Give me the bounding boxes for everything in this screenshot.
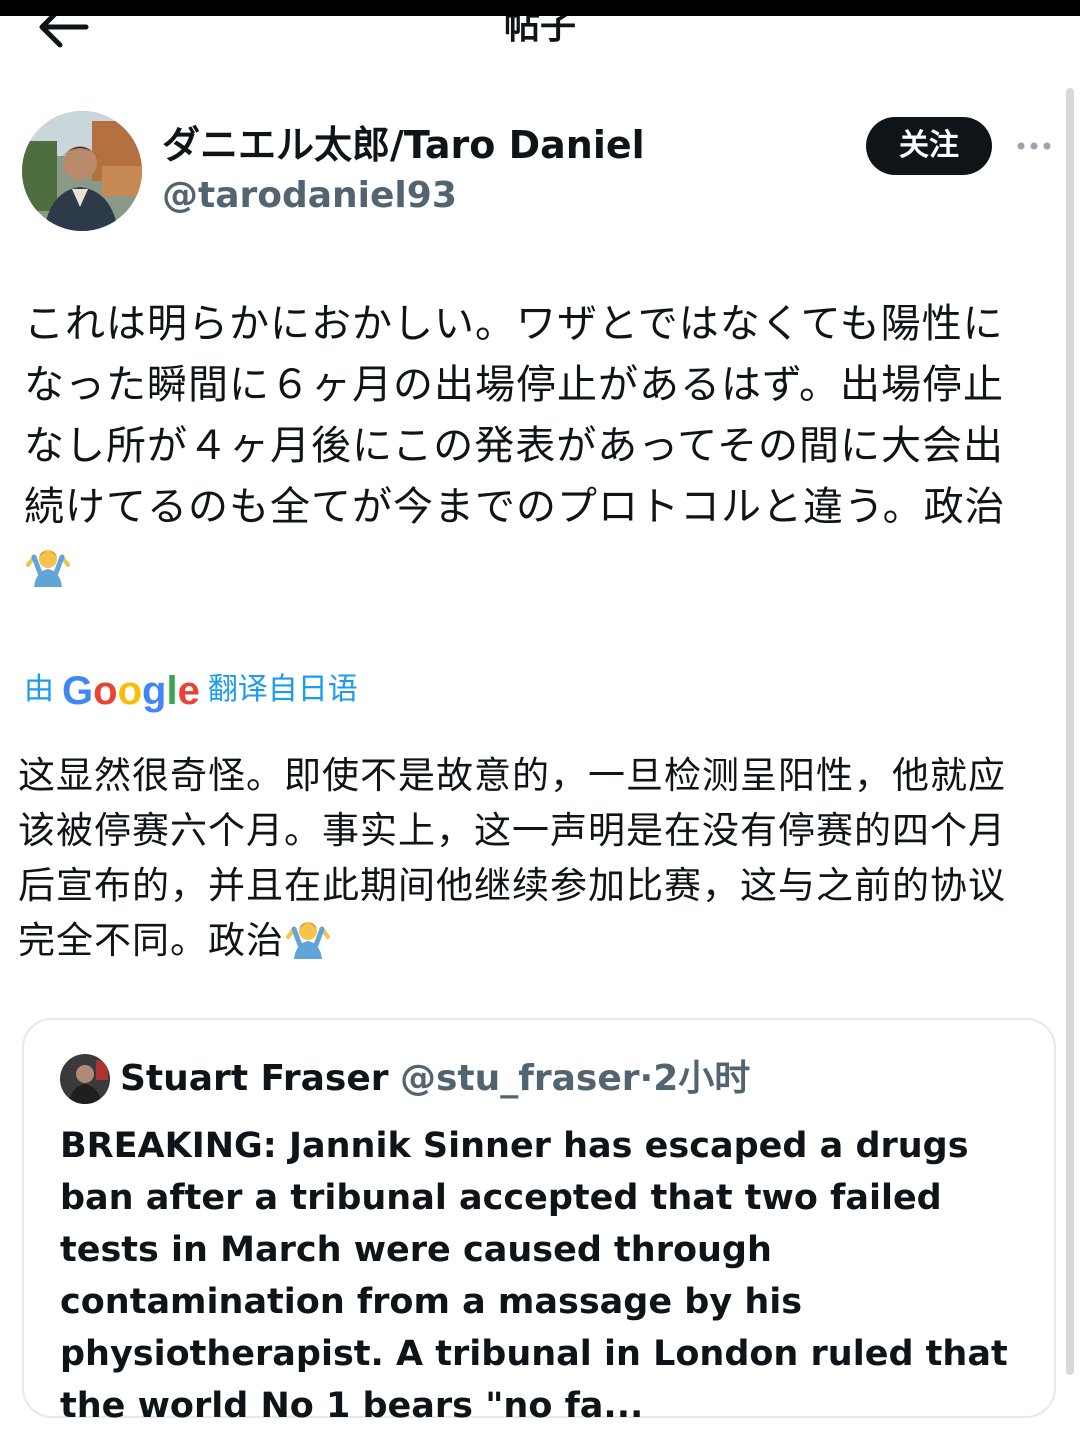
quoted-tweet-card[interactable]: Stuart Fraser @stu_fraser·2小时 BREAKING: …	[22, 1018, 1056, 1426]
author-handle[interactable]: @tarodaniel93	[162, 174, 457, 218]
scrollbar[interactable]	[1066, 88, 1074, 1375]
quoted-author-name[interactable]: Stuart Fraser	[120, 1058, 389, 1099]
more-horizontal-icon	[1017, 142, 1051, 150]
quoted-tweet-header: Stuart Fraser @stu_fraser·2小时	[120, 1054, 750, 1104]
follow-button[interactable]: 关注	[866, 117, 992, 175]
author-display-name[interactable]: ダニエル太郎/Taro Daniel	[162, 122, 645, 168]
top-navigation-bar: 帖子	[0, 16, 1080, 56]
quoted-tweet-time: 2小时	[653, 1058, 751, 1099]
translated-tweet-body: 这显然很奇怪。即使不是故意的，一旦检测呈阳性，他就应该被停赛六个月。事实上，这一…	[18, 748, 1038, 968]
quoted-author-handle[interactable]: @stu_fraser	[400, 1058, 640, 1099]
separator-dot: ·	[639, 1058, 654, 1099]
person-shrugging-emoji-icon	[286, 922, 330, 959]
status-bar-strip	[0, 0, 1080, 16]
google-logo: Google	[62, 669, 200, 714]
translated-text: 这显然很奇怪。即使不是故意的，一旦检测呈阳性，他就应该被停赛六个月。事实上，这一…	[18, 754, 1006, 962]
translation-suffix: 翻译自日语	[207, 672, 358, 708]
page-title: 帖子	[503, 16, 576, 47]
quoted-tweet-text: BREAKING: Jannik Sinner has escaped a dr…	[60, 1126, 1008, 1426]
translation-attribution[interactable]: 由 Google 翻译自日语	[24, 666, 358, 714]
person-shrugging-emoji-icon	[26, 550, 70, 587]
more-options-button[interactable]	[1012, 128, 1056, 164]
tweet-body: これは明らかにおかしい。ワザとではなくても陽性になった瞬間に６ヶ月の出場停止があ…	[24, 294, 1034, 599]
quoted-author-avatar[interactable]	[60, 1054, 110, 1104]
tweet-text: これは明らかにおかしい。ワザとではなくても陽性になった瞬間に６ヶ月の出場停止があ…	[24, 301, 1006, 530]
author-avatar[interactable]	[22, 111, 142, 231]
translation-prefix: 由	[24, 672, 54, 708]
